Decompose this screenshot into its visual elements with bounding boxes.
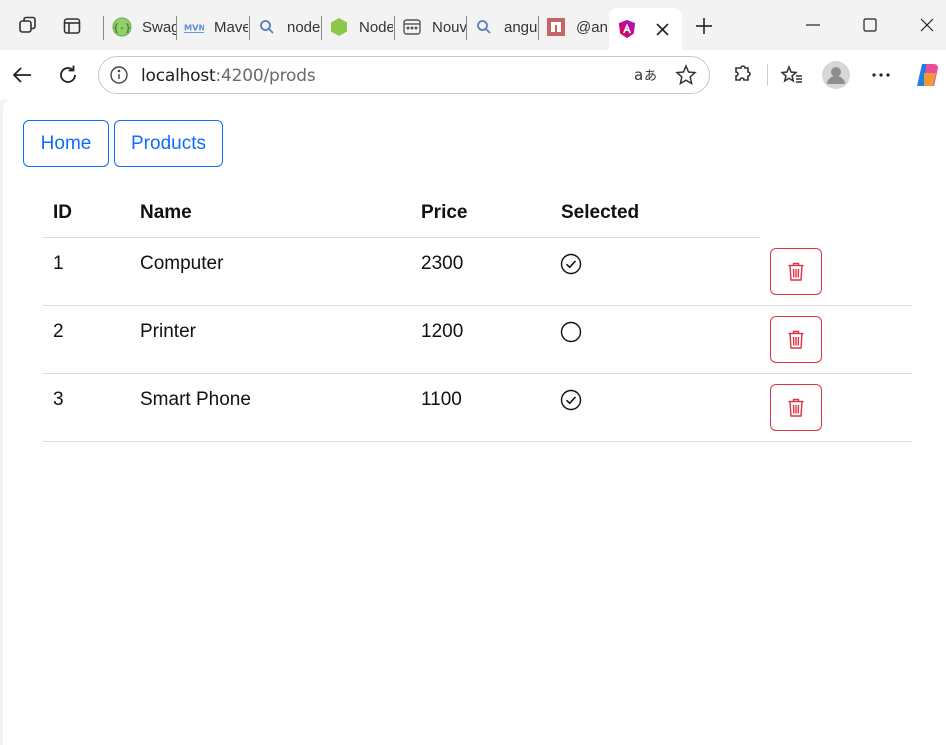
tab-title: Maven xyxy=(214,18,248,36)
tab-separator xyxy=(394,16,395,40)
copilot-icon[interactable] xyxy=(912,59,944,91)
site-info-icon[interactable] xyxy=(109,65,129,85)
close-tab-icon[interactable] xyxy=(653,20,671,38)
tab-separator xyxy=(321,16,322,40)
tab-title: @angular xyxy=(576,18,608,36)
browser-toolbar: localhost:4200/prods aあ xyxy=(0,50,946,100)
tab-title: Node xyxy=(359,18,393,36)
profile-avatar[interactable] xyxy=(820,59,852,91)
tab-separator xyxy=(466,16,467,40)
new-tab-icon[interactable] xyxy=(690,12,718,40)
workspaces-icon[interactable] xyxy=(14,12,42,40)
delete-button[interactable] xyxy=(770,248,822,295)
cell-id: 2 xyxy=(53,321,64,342)
window-icon xyxy=(402,17,422,37)
tab-nodejs[interactable]: Node xyxy=(323,10,393,44)
cell-name: Printer xyxy=(140,321,196,342)
svg-text:あ: あ xyxy=(644,69,657,84)
trash-icon xyxy=(788,262,804,281)
tab-separator xyxy=(176,16,177,40)
cell-id: 3 xyxy=(53,389,64,410)
header-selected: Selected xyxy=(561,202,640,223)
tab-maven[interactable]: MVN Maven xyxy=(178,10,248,44)
search-icon xyxy=(257,17,277,37)
url-path: :4200/prods xyxy=(215,66,316,86)
angular-icon xyxy=(617,19,637,39)
swagger-icon: {-} xyxy=(112,17,132,37)
svg-text:MVN: MVN xyxy=(184,23,204,33)
cell-price: 2300 xyxy=(421,253,464,274)
trash-icon xyxy=(788,330,804,349)
tab-npm[interactable]: @angular xyxy=(540,10,608,44)
extensions-icon[interactable] xyxy=(725,59,757,91)
home-button[interactable]: Home xyxy=(23,120,109,167)
tab-nouveau[interactable]: Nouveau xyxy=(396,10,466,44)
favorite-star-icon[interactable] xyxy=(675,64,697,86)
tab-swagger[interactable]: {-} Swagger xyxy=(106,10,176,44)
maven-icon: MVN xyxy=(184,17,204,37)
refresh-icon[interactable] xyxy=(52,59,84,91)
tab-separator xyxy=(103,16,104,40)
toolbar-divider xyxy=(767,64,768,86)
tab-angular-active[interactable] xyxy=(609,8,682,50)
translate-icon[interactable]: aあ xyxy=(634,65,658,85)
more-menu-icon[interactable] xyxy=(865,59,897,91)
url-text: localhost:4200/prods xyxy=(141,66,316,86)
tab-node-search[interactable]: node xyxy=(251,10,321,44)
delete-button[interactable] xyxy=(770,316,822,363)
address-bar[interactable]: localhost:4200/prods aあ xyxy=(98,56,710,94)
tab-title: node xyxy=(287,18,321,36)
nodejs-icon xyxy=(329,17,349,37)
favorites-icon[interactable] xyxy=(776,59,808,91)
row-divider xyxy=(43,305,912,306)
url-host: localhost xyxy=(141,66,216,86)
cell-id: 1 xyxy=(53,253,64,274)
minimize-icon[interactable] xyxy=(790,8,836,42)
tab-angular-search[interactable]: angular xyxy=(468,10,538,44)
close-window-icon[interactable] xyxy=(904,8,946,42)
check-circle-icon[interactable] xyxy=(560,389,582,411)
header-name: Name xyxy=(140,202,192,223)
npm-icon xyxy=(546,17,566,37)
empty-circle-icon[interactable] xyxy=(560,321,582,343)
products-button[interactable]: Products xyxy=(114,120,223,167)
delete-button[interactable] xyxy=(770,384,822,431)
page-viewport: Home Products ID Name Price Selected 1 C… xyxy=(3,100,946,745)
cell-name: Smart Phone xyxy=(140,389,251,410)
search-icon xyxy=(474,17,494,37)
tab-actions-icon[interactable] xyxy=(58,12,86,40)
tab-strip: {-} Swagger MVN Maven node Node Nouveau … xyxy=(0,0,946,50)
back-icon[interactable] xyxy=(6,59,38,91)
tab-separator xyxy=(538,16,539,40)
row-divider xyxy=(43,373,912,374)
trash-icon xyxy=(788,398,804,417)
header-price: Price xyxy=(421,202,468,223)
tab-title: Swagger xyxy=(142,18,176,36)
cell-name: Computer xyxy=(140,253,224,274)
cell-price: 1200 xyxy=(421,321,464,342)
header-divider xyxy=(43,237,760,238)
svg-text:{-}: {-} xyxy=(113,23,131,34)
tab-title: Nouveau xyxy=(432,18,466,36)
tab-title: angular xyxy=(504,18,538,36)
cell-price: 1100 xyxy=(421,389,462,410)
svg-text:a: a xyxy=(634,66,643,84)
maximize-icon[interactable] xyxy=(847,8,893,42)
header-id: ID xyxy=(53,202,72,223)
row-divider xyxy=(43,441,912,442)
check-circle-icon[interactable] xyxy=(560,253,582,275)
tab-separator xyxy=(249,16,250,40)
